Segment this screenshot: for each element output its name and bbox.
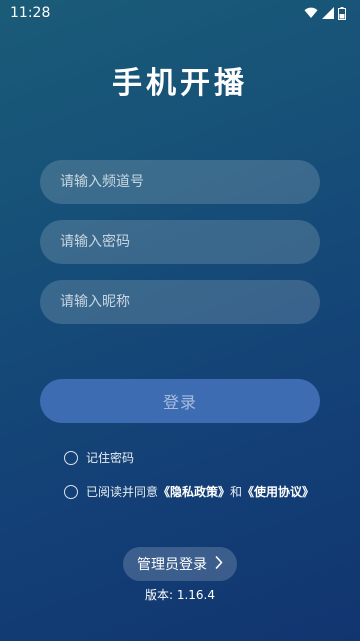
remember-password-radio[interactable] bbox=[64, 450, 78, 465]
admin-login-label: 管理员登录 bbox=[137, 557, 207, 573]
remember-password-option[interactable]: 记住密码 bbox=[64, 449, 134, 466]
agreement-prefix: 已阅读并同意 bbox=[86, 485, 159, 499]
status-time: 11:28 bbox=[10, 5, 51, 21]
privacy-policy-link[interactable]: 《隐私政策》 bbox=[158, 483, 230, 500]
password-input[interactable] bbox=[40, 220, 320, 264]
nickname-input[interactable] bbox=[40, 280, 320, 324]
status-bar: 11:28 bbox=[0, 0, 360, 26]
remember-password-label: 记住密码 bbox=[86, 451, 135, 465]
agreement-and: 和 bbox=[230, 485, 243, 499]
terms-of-use-link[interactable]: 《使用协议》 bbox=[242, 483, 314, 500]
agreement-radio[interactable] bbox=[64, 484, 78, 499]
status-icons bbox=[304, 6, 346, 20]
login-button[interactable]: 登录 bbox=[40, 379, 320, 423]
chevron-right-icon bbox=[215, 555, 223, 573]
agreement-text: 已阅读并同意 《隐私政策》 和 《使用协议》 bbox=[86, 483, 314, 500]
page-title: 手机开播 bbox=[112, 66, 248, 101]
agreement-option[interactable]: 已阅读并同意 《隐私政策》 和 《使用协议》 bbox=[64, 483, 314, 500]
admin-login-button[interactable]: 管理员登录 bbox=[123, 547, 237, 581]
wifi-icon bbox=[304, 7, 318, 19]
signal-icon bbox=[322, 7, 334, 19]
version-label: 版本: 1.16.4 bbox=[144, 588, 216, 602]
battery-icon bbox=[338, 6, 346, 20]
channel-number-input[interactable] bbox=[40, 160, 320, 204]
